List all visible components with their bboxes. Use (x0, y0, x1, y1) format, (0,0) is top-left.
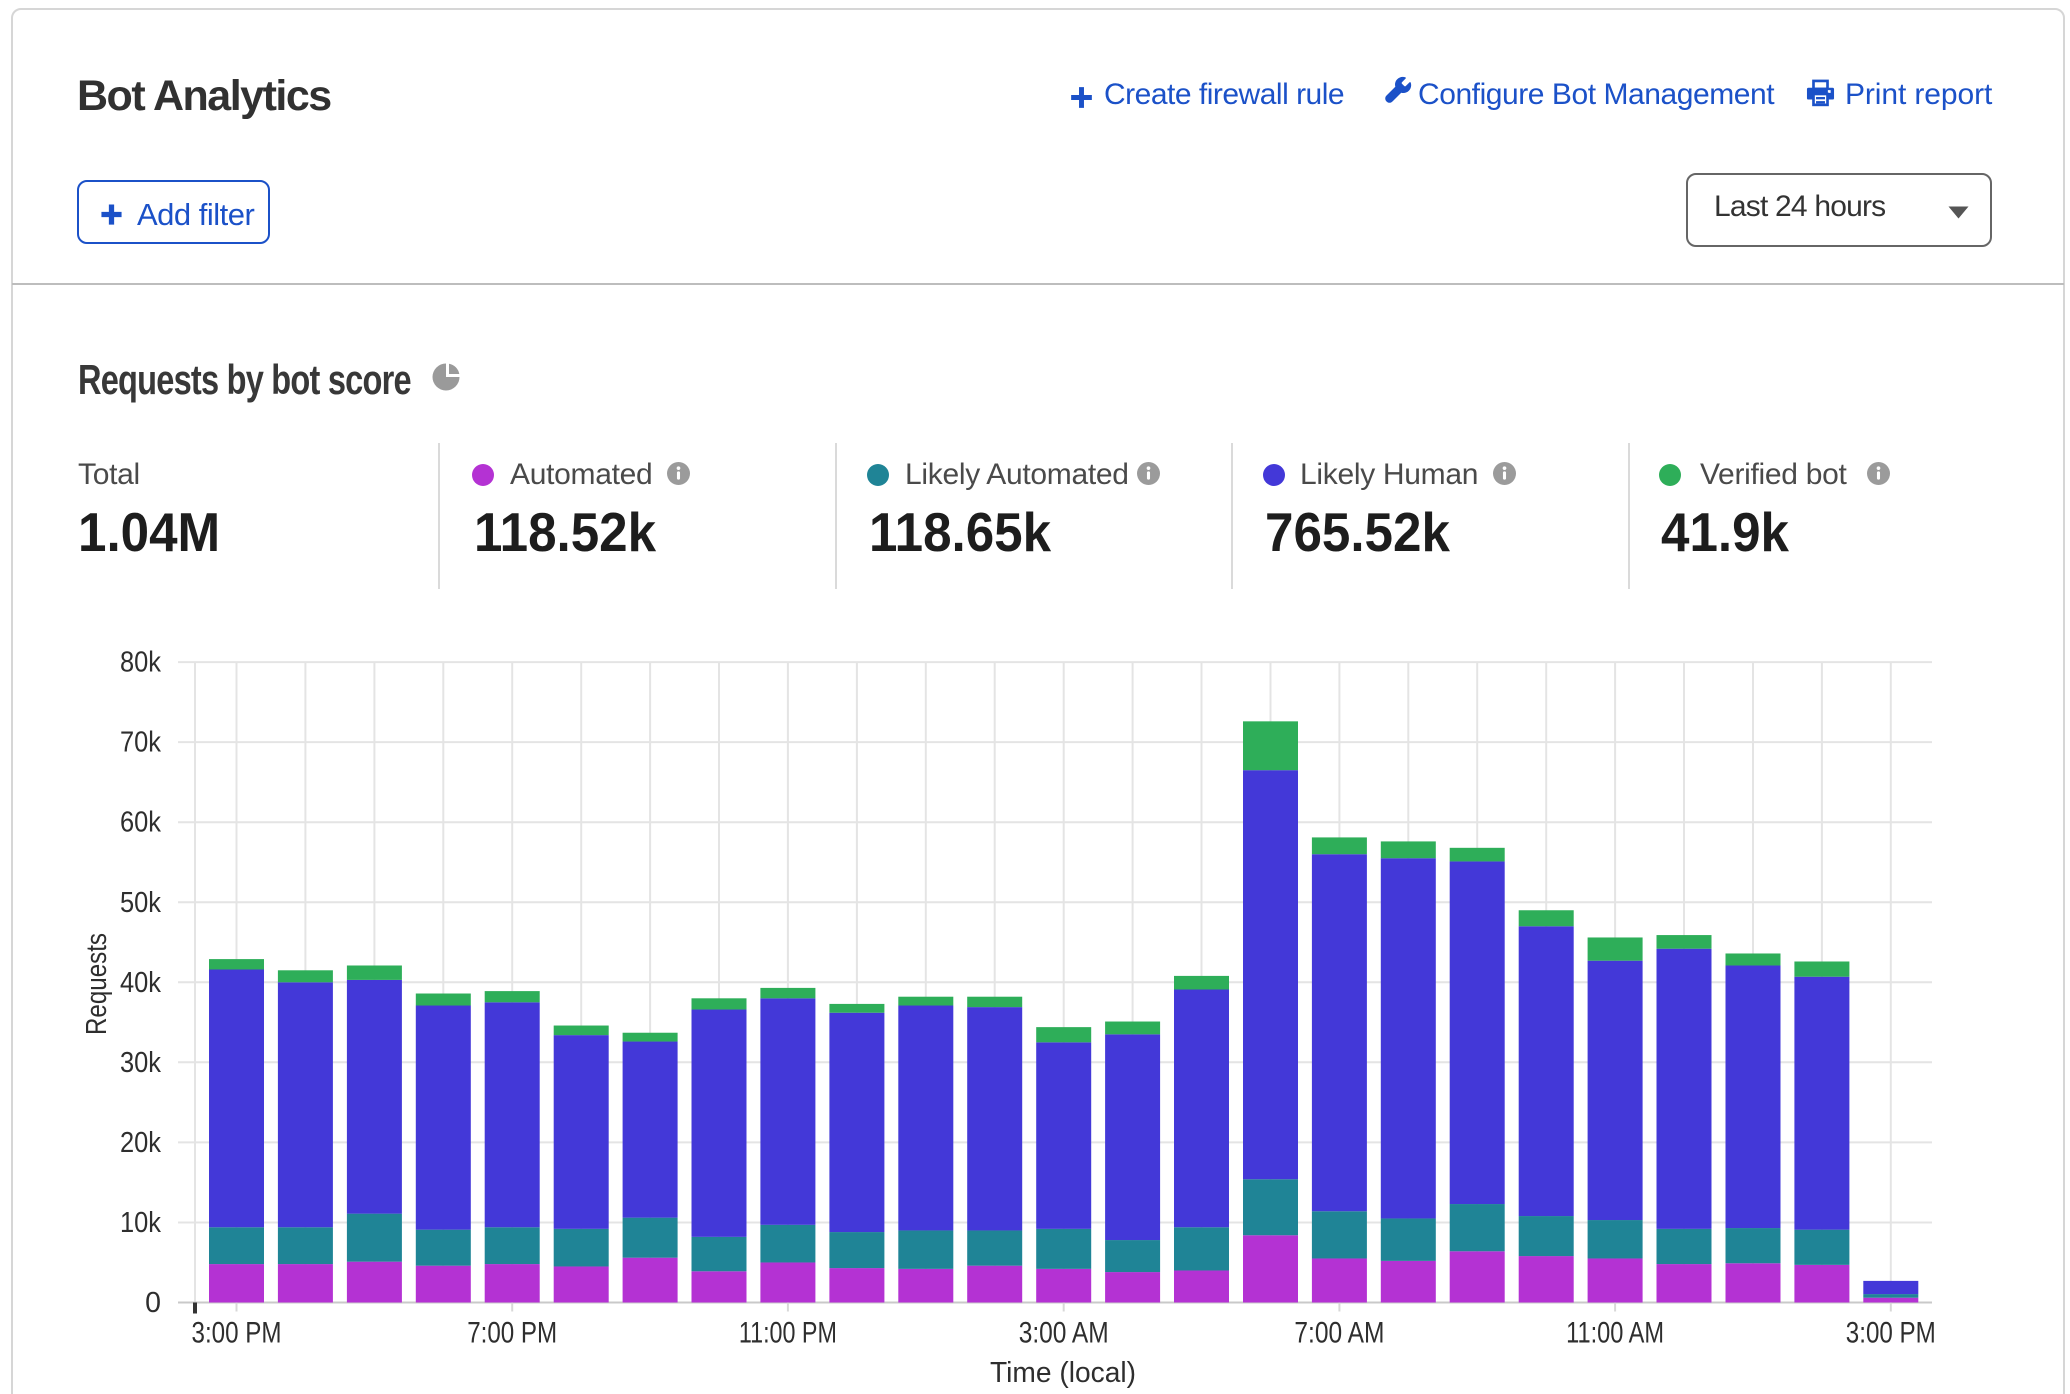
svg-text:0: 0 (145, 1287, 161, 1319)
svg-text:50k: 50k (120, 887, 162, 919)
svg-text:60k: 60k (120, 807, 162, 839)
svg-text:11:00 PM: 11:00 PM (739, 1317, 837, 1350)
svg-text:7:00 AM: 7:00 AM (1294, 1317, 1384, 1350)
svg-text:3:00 PM: 3:00 PM (192, 1317, 282, 1350)
svg-text:20k: 20k (120, 1127, 162, 1159)
svg-text:Requests: Requests (81, 933, 113, 1035)
svg-text:7:00 PM: 7:00 PM (467, 1317, 557, 1350)
svg-text:40k: 40k (120, 967, 162, 999)
svg-text:11:00 AM: 11:00 AM (1566, 1317, 1664, 1350)
svg-text:30k: 30k (120, 1047, 162, 1079)
svg-text:80k: 80k (120, 647, 162, 679)
svg-text:Time (local): Time (local) (990, 1357, 1136, 1389)
svg-text:3:00 PM: 3:00 PM (1846, 1317, 1936, 1350)
svg-text:10k: 10k (120, 1207, 162, 1239)
svg-text:70k: 70k (120, 727, 162, 759)
svg-text:3:00 AM: 3:00 AM (1019, 1317, 1109, 1350)
